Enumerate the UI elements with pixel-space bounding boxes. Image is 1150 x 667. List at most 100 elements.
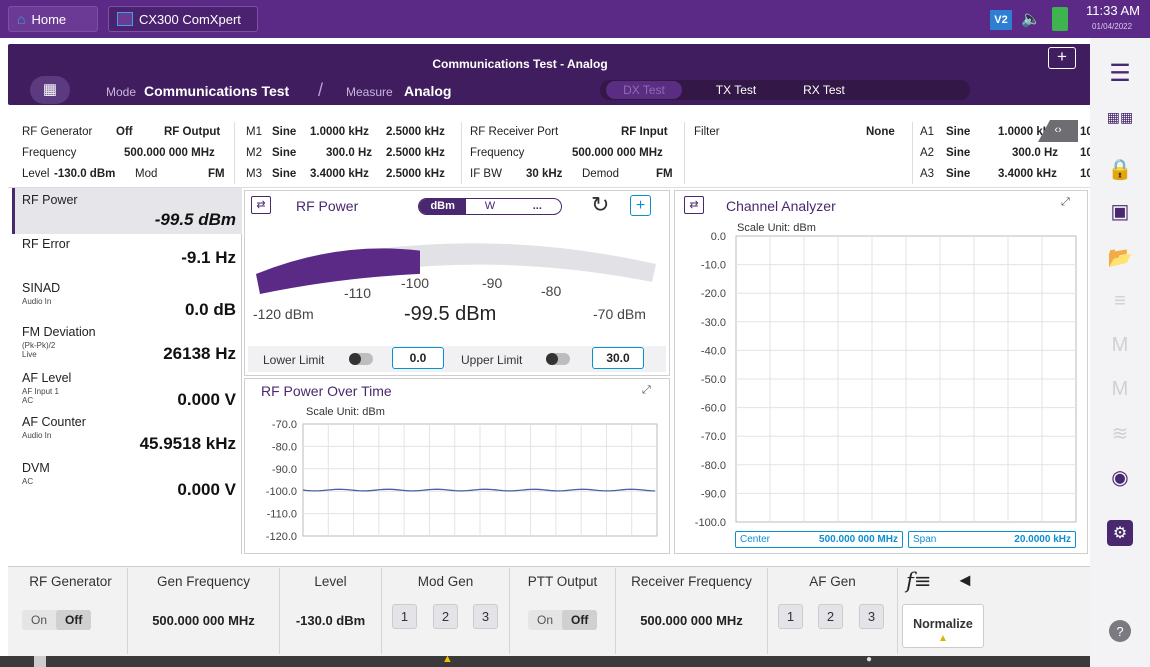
summary-af[interactable]: A1 Sine 1.0000 kHz 10 A2 Sine 300.0 Hz 1… <box>914 120 1090 186</box>
gen-frequency-control[interactable]: Gen Frequency 500.000 000 MHz <box>128 568 280 654</box>
unit-w[interactable]: W <box>466 199 513 214</box>
af-name: A2 <box>920 147 935 159</box>
af-gen-2[interactable]: 2 <box>818 604 843 629</box>
receiver-frequency-control[interactable]: Receiver Frequency 500.000 000 MHz <box>616 568 768 654</box>
tab-dx-test[interactable]: DX Test <box>606 81 682 99</box>
gen-level-value: -130.0 dBm <box>54 168 116 180</box>
y-tick-label: -100.0 <box>695 517 726 528</box>
function-icon[interactable]: f≡ <box>906 569 931 593</box>
summary-modulation[interactable]: M1 Sine 1.0000 kHz 2.5000 kHz M2 Sine 30… <box>238 120 458 186</box>
swap-icon[interactable]: ⇄ <box>251 196 271 214</box>
unit-more[interactable]: ... <box>514 199 561 214</box>
af-gen-1[interactable]: 1 <box>778 604 803 629</box>
meas-row[interactable] <box>12 368 242 412</box>
mod-gen-1[interactable]: 1 <box>392 604 417 629</box>
rx-demod-label: Demod <box>582 168 620 180</box>
toggle-on[interactable]: On <box>528 613 562 627</box>
span-label: Span <box>913 534 937 545</box>
lower-limit-toggle[interactable] <box>349 353 373 365</box>
expand-icon[interactable]: ⤢ <box>1061 196 1070 209</box>
upper-limit-label: Upper Limit <box>461 353 523 367</box>
mod-gen-2[interactable]: 2 <box>433 604 458 629</box>
meas-row[interactable] <box>12 278 242 322</box>
y-tick-label: -80.0 <box>701 460 726 472</box>
meas-row[interactable] <box>12 322 242 366</box>
speaker-icon[interactable]: 🔈 <box>1021 9 1041 29</box>
mode-value[interactable]: Communications Test <box>144 83 289 99</box>
meas-row[interactable] <box>12 234 242 278</box>
ptt-output-label: PTT Output <box>527 574 598 589</box>
gauge-min: -120 dBm <box>253 306 314 322</box>
af-gen-3[interactable]: 3 <box>859 604 884 629</box>
mod-gen-3[interactable]: 3 <box>473 604 498 629</box>
page-title: Communications Test - Analog <box>432 57 608 71</box>
summary-generator[interactable]: RF Generator Off RF Output Frequency 500… <box>14 120 230 186</box>
meas-row[interactable] <box>12 190 242 234</box>
add-icon[interactable]: + <box>630 195 651 216</box>
tiles-icon[interactable]: ▦▦ <box>1105 102 1135 132</box>
upper-limit-input[interactable]: 30.0 <box>592 347 644 369</box>
mod-freq: 300.0 Hz <box>326 147 373 159</box>
summary-filter[interactable]: Filter None <box>688 120 910 186</box>
ptt-output-toggle[interactable]: On Off <box>528 610 598 630</box>
summary-collapse-icon[interactable]: ‹› <box>1038 120 1078 142</box>
app-tab[interactable]: CX300 ComXpert <box>108 6 258 32</box>
rx-port-value: RF Input <box>621 126 668 138</box>
unit-selector[interactable]: dBm W ... <box>418 198 562 215</box>
help-icon[interactable]: ? <box>1109 620 1131 642</box>
receiver-frequency-label: Receiver Frequency <box>631 574 752 589</box>
gauge-tick: -100 <box>401 275 430 291</box>
tab-rx-test[interactable]: RX Test <box>786 81 862 99</box>
settings-icon[interactable]: ⚙ <box>1107 520 1133 546</box>
v2-icon[interactable]: V2 <box>990 10 1012 30</box>
add-button[interactable]: + <box>1048 47 1076 69</box>
alert-icon[interactable]: ▲ <box>442 653 453 665</box>
refresh-icon[interactable]: ↻ <box>591 192 609 218</box>
unit-dbm[interactable]: dBm <box>419 199 467 214</box>
save-icon[interactable]: ▣ <box>1105 196 1135 226</box>
rx-freq-value: 500.000 000 MHz <box>572 147 663 159</box>
receiver-frequency-value: 500.000 000 MHz <box>640 613 743 628</box>
gen-freq-label: Frequency <box>22 147 77 159</box>
meas-row[interactable] <box>12 458 242 502</box>
y-tick-label: -90.0 <box>701 488 726 500</box>
af-freq: 3.4000 kHz <box>998 168 1057 180</box>
upper-limit-toggle[interactable] <box>546 353 570 365</box>
toggle-on[interactable]: On <box>22 613 56 627</box>
meas-row[interactable] <box>12 412 242 456</box>
swap-icon[interactable]: ⇄ <box>684 196 704 214</box>
af-name: A1 <box>920 126 935 138</box>
tab-tx-test[interactable]: TX Test <box>698 81 774 99</box>
menu-icon[interactable]: ☰ <box>1105 58 1135 88</box>
speaker-mute-icon[interactable]: ◄ <box>956 570 974 591</box>
camera-icon[interactable]: ◉ <box>1105 462 1135 492</box>
level-value: -130.0 dBm <box>295 613 366 628</box>
level-control[interactable]: Level -130.0 dBm <box>280 568 382 654</box>
summary-receiver[interactable]: RF Receiver Port RF Input Frequency 500.… <box>464 120 682 186</box>
filter-label: Filter <box>694 126 720 138</box>
rf-generator-toggle[interactable]: On Off <box>22 610 92 630</box>
folder-icon[interactable]: 📂 <box>1105 242 1135 272</box>
toggle-off[interactable]: Off <box>56 610 92 630</box>
y-tick-label: -50.0 <box>701 374 726 386</box>
mod-type: Sine <box>272 147 297 159</box>
span-box[interactable]: Span 20.0000 kHz <box>908 531 1076 548</box>
measure-value[interactable]: Analog <box>404 83 451 99</box>
toggle-off[interactable]: Off <box>562 610 598 630</box>
home-tab[interactable]: ⌂ Home <box>8 6 98 32</box>
center-freq-box[interactable]: Center 500.000 000 MHz <box>735 531 903 548</box>
y-tick-label: -110.0 <box>267 509 297 521</box>
y-tick-label: -120.0 <box>266 531 297 543</box>
gauge-tick: -90 <box>482 275 503 291</box>
apps-button[interactable]: ▦ <box>30 76 70 104</box>
af-extra: 10 <box>1080 147 1090 159</box>
lower-limit-input[interactable]: 0.0 <box>392 347 444 369</box>
battery-icon <box>1052 7 1068 31</box>
channel-analyzer-chart: 0.0 -10.0 -20.0 -30.0 -40.0 -50.0 -60.0 -70.0 -8… <box>695 231 1077 528</box>
status-bar: ⌂ Home CX300 ComXpert V2 🔈 11:33 AM 01/0… <box>0 0 1150 38</box>
notes-icon[interactable] <box>34 656 46 667</box>
lock-icon[interactable]: 🔒 <box>1105 154 1135 184</box>
normalize-button[interactable]: Normalize ▲ <box>902 604 984 648</box>
expand-icon[interactable]: ⤢ <box>642 384 651 397</box>
location-icon[interactable]: ● <box>866 654 872 665</box>
